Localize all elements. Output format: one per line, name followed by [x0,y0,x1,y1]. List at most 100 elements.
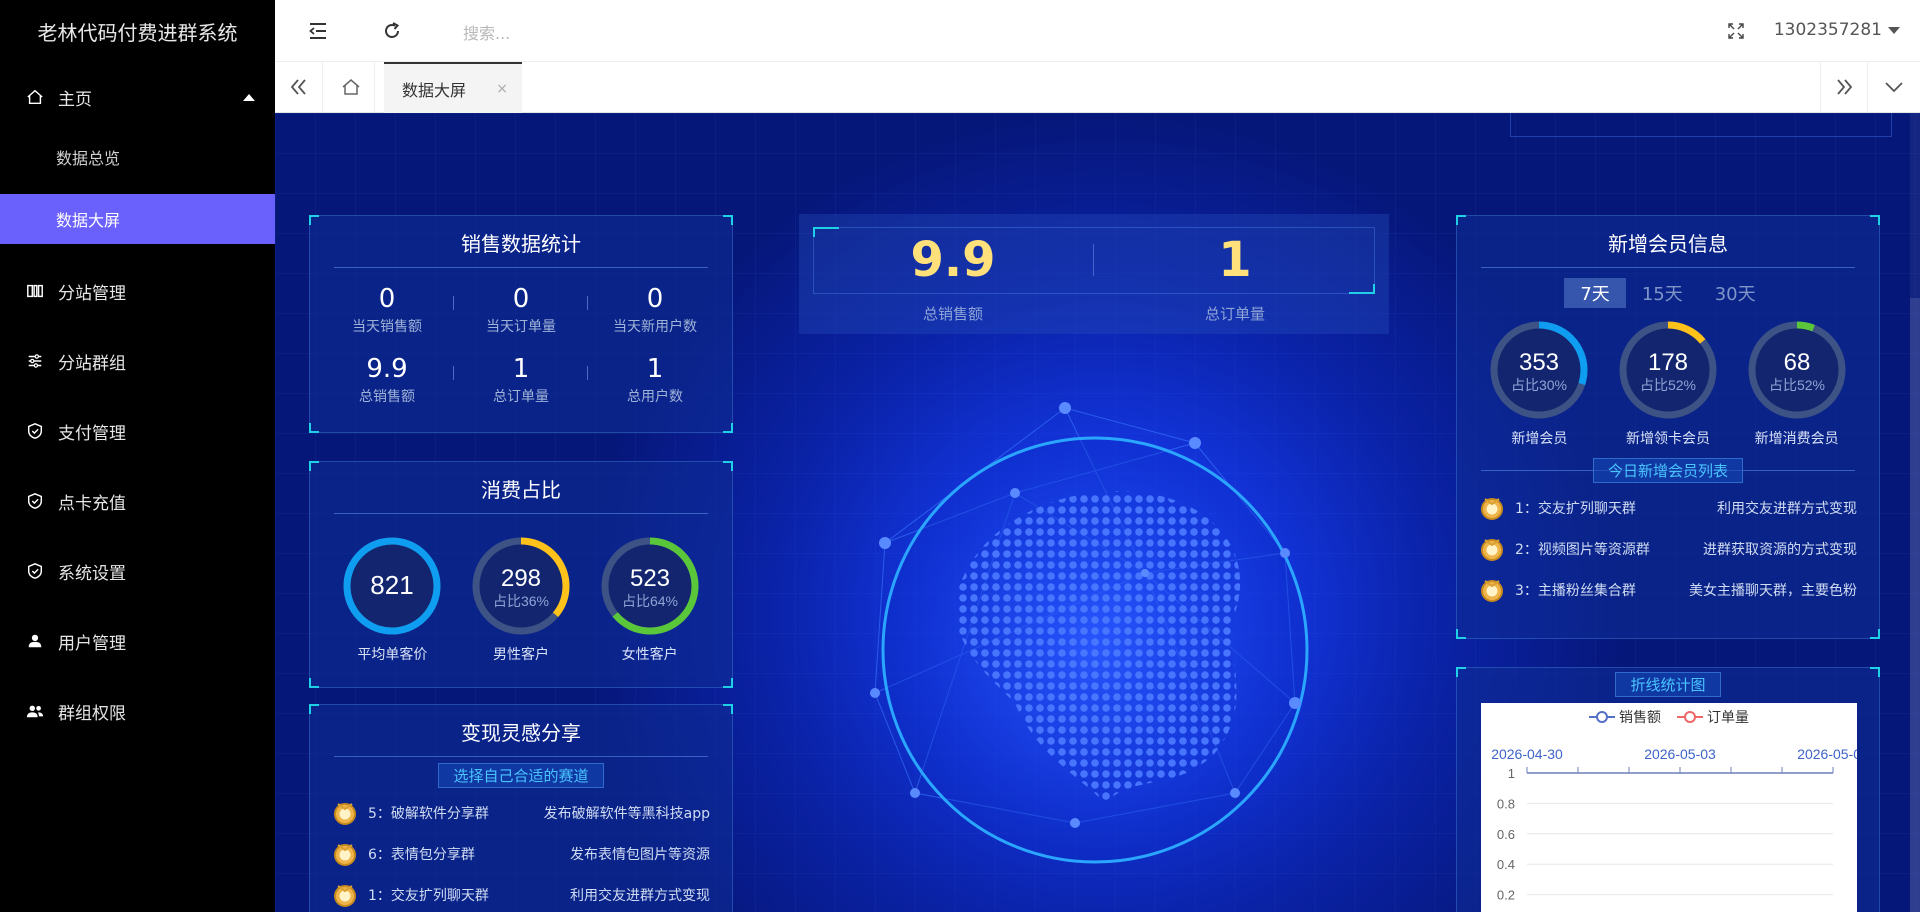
kpi-total-orders-label: 总订单量 [1204,305,1265,323]
panel-title: 消费占比 [481,478,561,502]
sidebar-item-label: 分站群组 [58,353,126,374]
sidebar-subitem-bigscreen[interactable]: 数据大屏 [0,194,275,244]
legend-marker [1677,711,1703,723]
medal-icon [334,843,356,866]
tab-bar: 数据大屏 × [275,62,1920,113]
sidebar-item-substation-groups[interactable]: 分站群组 [0,326,275,396]
tab-bigscreen[interactable]: 数据大屏 × [384,62,522,113]
list-item[interactable]: 5：破解软件分享群 发布破解软件等黑科技app [332,792,710,833]
member-rings: 353 占比30% 新增会员 178 占比52% 新增领卡会员 68 占比52%… [1457,318,1879,448]
list-item[interactable]: 1：交友扩列聊天群 利用交友进群方式变现 [332,874,710,912]
legend-label: 订单量 [1707,710,1749,726]
tabs-scroll-left-icon[interactable] [275,62,323,112]
chart-tag: 折线统计图 [1615,672,1721,697]
ring-female: 523 占比64% 女性客户 [595,534,705,664]
item-desc: 美女主播聊天群，主要色粉 [1689,582,1857,599]
line-chart-plot: 10.80.60.40.202026-04-302026-05-032026-0… [1491,746,1857,903]
sidebar-subitem-overview[interactable]: 数据总览 [0,132,275,182]
stat-label: 总销售额 [359,389,415,405]
ring-male: 298 占比36% 男性客户 [466,534,576,664]
corner-decoration [1456,215,1466,225]
consumption-ratio-panel: 消费占比 821 平均单客价 298 占比36% 男性客户 523 占比64% … [309,461,733,688]
corner-decoration [813,227,839,237]
sidebar-item-payment[interactable]: 支付管理 [0,396,275,466]
username: 1302357281 [1773,20,1882,40]
list-item[interactable]: 3：主播粉丝集合群 美女主播聊天群，主要色粉 [1479,569,1857,610]
ring-new-members: 353 占比30% 新增会员 [1484,318,1594,448]
ring-gauge: 178 占比52% [1619,321,1717,419]
corner-decoration [723,704,733,714]
home-tab-icon[interactable] [327,62,375,112]
close-icon[interactable]: × [496,81,508,97]
refresh-icon[interactable] [379,18,405,44]
item-desc: 发布表情包图片等资源 [570,846,710,863]
panel-divider [1481,267,1855,268]
kpi-divider [1093,244,1094,276]
sidebar-item-group-permissions[interactable]: 群组权限 [0,676,275,746]
sidebar: 老林代码付费进群系统 主页 数据总览 数据大屏 分站管理 分站群组 支付管理 点… [0,0,275,912]
stat-label: 当天订单量 [486,319,556,335]
stat-total-orders: 1 总订单量 [454,354,588,406]
app-title: 老林代码付费进群系统 [37,20,238,45]
sidebar-item-home[interactable]: 主页 [0,62,275,132]
tab-15-days[interactable]: 15天 [1626,278,1699,308]
sidebar-item-label: 点卡充值 [58,493,126,514]
ring-value: 523 [630,565,670,592]
stat-today-sales: 0 当天销售额 [320,284,454,336]
corner-decoration [723,461,733,471]
panel-title: 销售数据统计 [461,232,581,256]
x-tick-label: 2026-04-30 [1491,746,1563,762]
panel-divider [334,513,708,514]
y-tick-label: 0.4 [1497,857,1515,872]
scrollbar-thumb[interactable] [1910,298,1920,912]
item-name: 3：主播粉丝集合群 [1515,582,1636,599]
list-item[interactable]: 1：交友扩列聊天群 利用交友进群方式变现 [1479,487,1857,528]
sidebar-item-recharge[interactable]: 点卡充值 [0,466,275,536]
ring-label: 新增领卡会员 [1625,431,1710,447]
y-tick-label: 0.8 [1497,796,1515,811]
legend-item-sales[interactable]: 销售额 [1589,707,1661,727]
panel-divider [334,756,708,757]
stat-label: 总订单量 [493,389,549,405]
sidebar-item-users[interactable]: 用户管理 [0,606,275,676]
tabs-menu-chevron-icon[interactable] [1870,62,1918,112]
tab-30-days[interactable]: 30天 [1699,278,1772,308]
shield-check-icon [24,420,46,442]
sidebar-item-settings[interactable]: 系统设置 [0,536,275,606]
ring-new-card-members: 178 占比52% 新增领卡会员 [1613,318,1723,448]
y-tick-label: 0.6 [1497,827,1515,842]
collapse-menu-icon[interactable] [305,18,331,44]
corner-decoration [1349,284,1375,294]
legend-marker [1589,711,1615,723]
shield-check-icon [24,560,46,582]
ideas-list: 5：破解软件分享群 发布破解软件等黑科技app 6：表情包分享群 发布表情包图片… [310,792,732,912]
tabs-scroll-right-icon[interactable] [1820,62,1868,112]
ring-subtext: 占比36% [493,593,549,609]
ring-label: 新增会员 [1511,431,1568,447]
corner-decoration [309,215,319,225]
ring-value: 178 [1648,349,1688,376]
stats-row-total: 9.9 总销售额 1 总订单量 1 总用户数 [310,354,732,406]
search-input[interactable]: 搜索... [463,20,510,44]
home-icon [24,86,46,108]
ring-value: 353 [1519,349,1559,376]
consume-rings: 821 平均单客价 298 占比36% 男性客户 523 占比64% 女性客户 [310,534,732,664]
stat-label: 总用户数 [627,389,683,405]
sidebar-item-substation[interactable]: 分站管理 [0,256,275,326]
tab-7-days[interactable]: 7天 [1564,278,1626,308]
list-item[interactable]: 6：表情包分享群 发布表情包图片等资源 [332,833,710,874]
globe-illustration [870,402,1309,864]
legend-item-orders[interactable]: 订单量 [1677,707,1749,727]
fullscreen-icon[interactable] [1723,18,1749,44]
ring-subtext: 占比52% [1769,377,1825,393]
corner-decoration [1456,629,1466,639]
medal-icon [1481,497,1503,520]
ring-label: 平均单客价 [357,647,428,663]
shield-check-icon [24,490,46,512]
user-menu[interactable]: 1302357281 [1774,20,1900,40]
chart-legend: 销售额 订单量 [1481,707,1857,727]
list-item[interactable]: 2：视频图片等资源群 进群获取资源的方式变现 [1479,528,1857,569]
ring-new-paying-members: 68 占比52% 新增消费会员 [1742,318,1852,448]
ideas-tag: 选择自己合适的赛道 [438,763,604,788]
ring-gauge: 68 占比52% [1748,321,1846,419]
